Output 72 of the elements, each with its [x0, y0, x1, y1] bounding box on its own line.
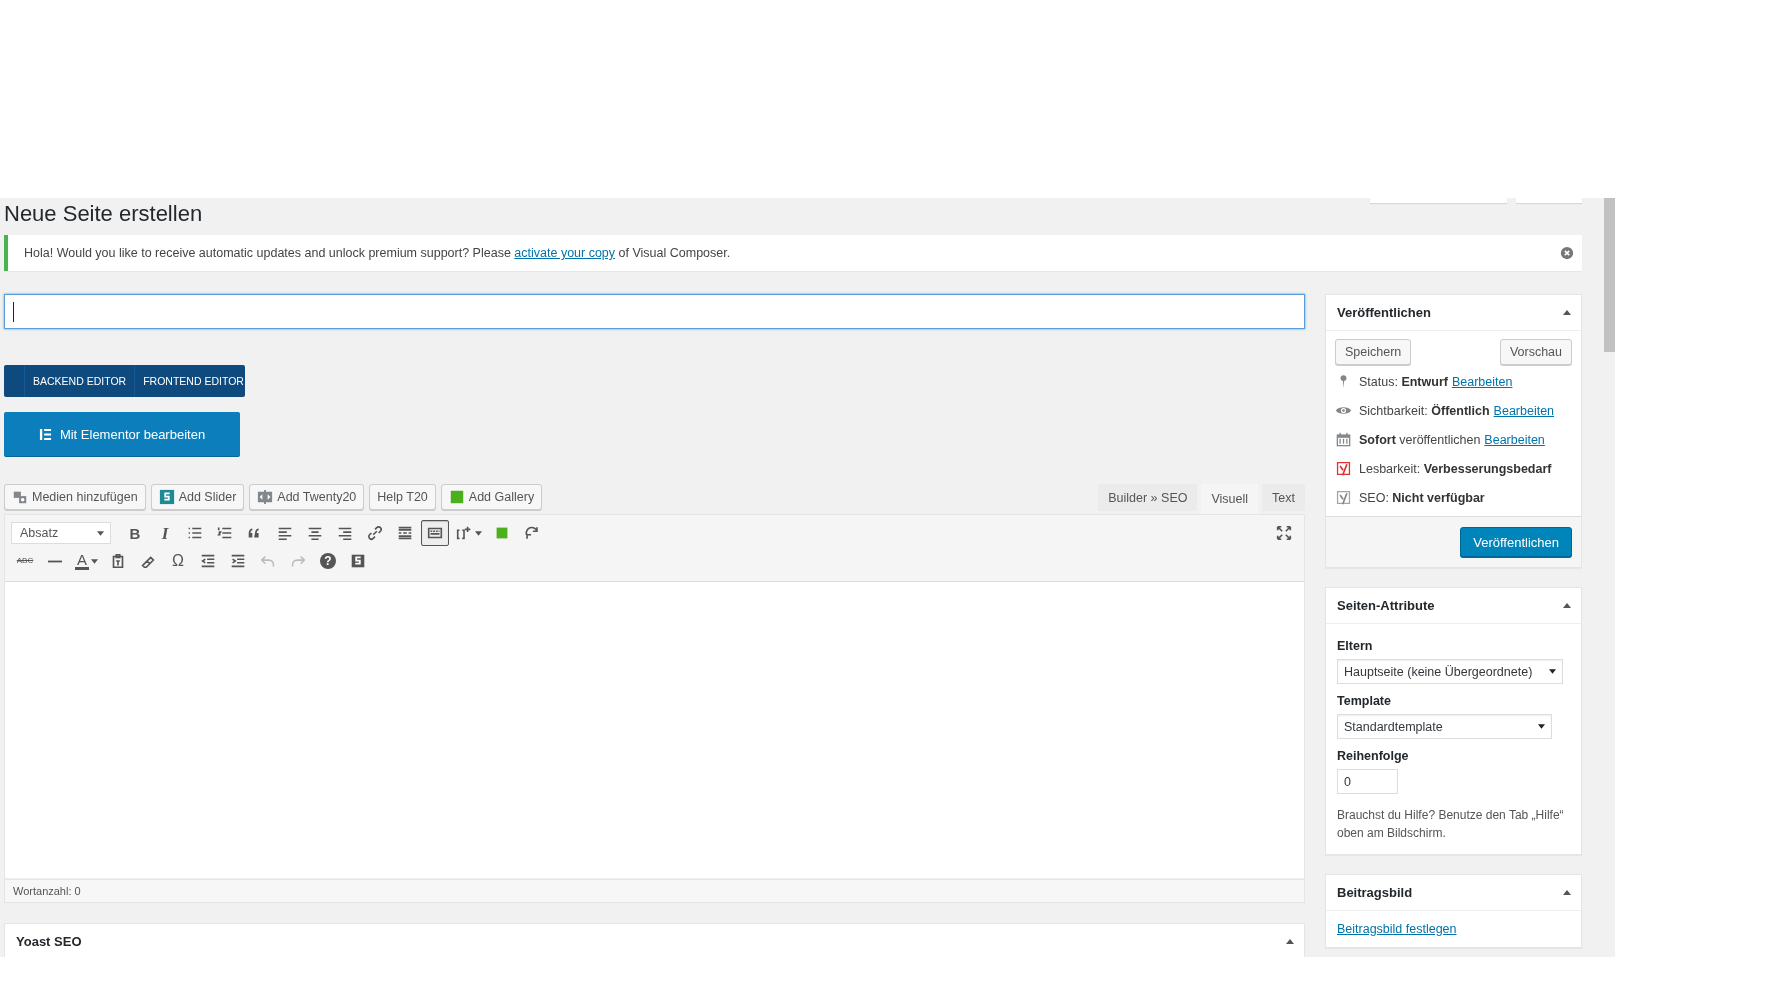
dropdown-icon	[1549, 669, 1556, 674]
media-button[interactable]: Medien hinzufügen	[4, 484, 146, 510]
refresh-icon	[523, 524, 541, 542]
indent-icon	[229, 552, 247, 570]
publish-info: Sofort veröffentlichen	[1359, 432, 1481, 447]
edit-link[interactable]: Bearbeiten	[1484, 432, 1545, 447]
panel-title: Yoast SEO	[16, 934, 82, 949]
publish-info: Lesbarkeit: Verbesserungsbedarf	[1359, 461, 1552, 476]
order-field[interactable]: 0	[1337, 769, 1398, 794]
panel-title: Veröffentlichen	[1337, 305, 1431, 320]
strikethrough-button[interactable]: ABC	[11, 548, 39, 574]
fullscreen-icon	[1275, 524, 1293, 542]
publish-button[interactable]: Veröffentlichen	[1460, 527, 1572, 557]
toolbar-toggle-button[interactable]	[421, 520, 449, 546]
close-icon[interactable]	[1560, 246, 1574, 260]
template-select[interactable]: Standardtemplate	[1337, 714, 1552, 739]
editor-mode-button[interactable]: BACKEND EDITOR	[24, 365, 135, 397]
edit-link[interactable]: Bearbeiten	[1451, 374, 1513, 389]
check-square-icon	[1335, 489, 1352, 506]
media-button[interactable]: Add Slider	[150, 484, 245, 510]
compare-icon	[257, 489, 274, 505]
elementor-button[interactable]: Mit Elementor bearbeiten	[4, 412, 240, 456]
elementor-icon	[38, 427, 52, 441]
collapse-icon[interactable]	[1286, 939, 1294, 944]
special-char-button[interactable]: Ω	[164, 548, 192, 574]
parent-select[interactable]: Hauptseite (keine Übergeordnete)	[1337, 659, 1563, 684]
media-button[interactable]: Add Twenty20	[249, 484, 365, 510]
field-label: Eltern	[1337, 639, 1374, 653]
field-label: Reihenfolge	[1337, 749, 1410, 763]
outdent-icon	[199, 552, 217, 570]
panel-title: Beitragsbild	[1337, 885, 1413, 900]
save-button[interactable]: Speichern	[1335, 339, 1412, 365]
italic-button[interactable]: I	[151, 520, 179, 546]
editor-tab[interactable]: Visuell	[1201, 484, 1259, 514]
publish-info: SEO: Nicht verfügbar	[1359, 490, 1485, 505]
slider-icon	[349, 552, 367, 570]
slider-icon	[158, 489, 175, 505]
link-icon	[366, 524, 384, 542]
text-color-button[interactable]: A	[71, 548, 102, 574]
set-image-link[interactable]: Beitragsbild festlegen	[1337, 922, 1457, 936]
check-square-icon	[1335, 460, 1352, 477]
brackets-plus-icon	[455, 524, 473, 542]
edit-link[interactable]: Bearbeiten	[1493, 403, 1555, 418]
activate-link[interactable]: activate your copy	[514, 246, 616, 260]
media-button[interactable]: Add Gallery	[440, 484, 543, 510]
dropdown-icon	[1538, 724, 1545, 729]
collapse-icon[interactable]	[1563, 890, 1571, 895]
horizontal-line-icon	[48, 559, 62, 563]
title-field[interactable]	[4, 294, 1305, 329]
editor-tab[interactable]: Text	[1262, 484, 1305, 511]
publish-info: Status: Entwurf	[1359, 374, 1448, 389]
calendar-icon	[1335, 431, 1352, 448]
editor-mode-button[interactable]: FRONTEND EDITOR	[134, 365, 252, 397]
editor-tab[interactable]: Builder » SEO	[1098, 484, 1198, 511]
square-icon	[448, 489, 465, 505]
format-select[interactable]: Absatz	[11, 522, 111, 544]
collapse-icon[interactable]	[1563, 603, 1571, 608]
media-icon	[12, 489, 28, 505]
publish-info: Sichtbarkeit: Öffentlich	[1359, 403, 1490, 418]
panel-title: Seiten-Attribute	[1337, 598, 1435, 613]
dropdown-icon	[97, 530, 104, 536]
page-title: Neue Seite erstellen	[4, 203, 204, 227]
collapse-icon[interactable]	[1563, 310, 1571, 315]
word-count: Wortanzahl: 0	[13, 885, 81, 897]
page-break-icon	[396, 524, 414, 542]
help-text: Brauchst du Hilfe? Benutze den Tab „Hilfe“ oben am Bildschirm.	[1337, 807, 1565, 842]
media-button[interactable]: Help T20	[369, 484, 436, 510]
notice-text: Hola! Would you like to receive automatic updates and unlock premium support? Please activate your copy of Visual Composer.	[24, 246, 731, 260]
bold-button[interactable]: B	[121, 520, 149, 546]
help-button[interactable]: ?	[314, 548, 342, 574]
field-label: Template	[1337, 694, 1392, 708]
preview-button[interactable]: Vorschau	[1499, 339, 1572, 365]
